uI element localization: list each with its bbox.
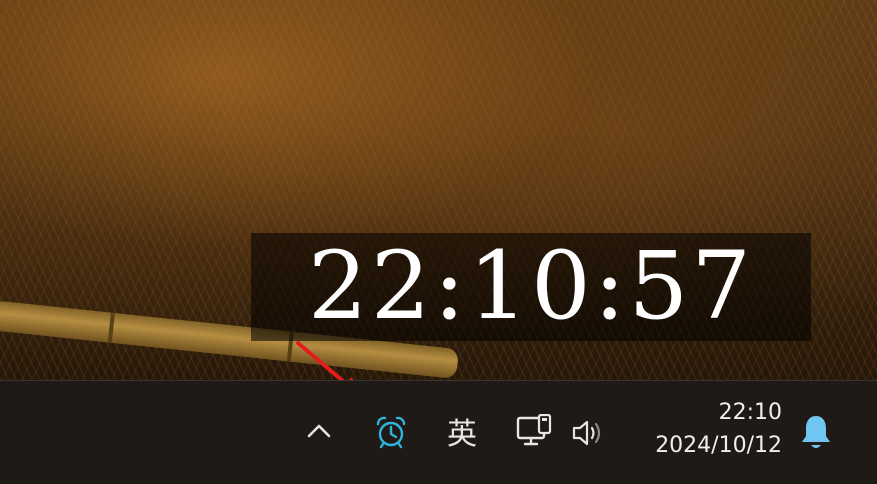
desktop-clock-time: 22:10:57 (307, 232, 755, 341)
taskbar-clock[interactable]: 22:10 2024/10/12 (630, 397, 790, 467)
network-button[interactable] (512, 411, 556, 453)
bell-icon (802, 416, 830, 448)
taskbar-date: 2024/10/12 (655, 433, 782, 458)
show-hidden-icons-button[interactable] (300, 411, 338, 451)
desktop-clock-widget: 22:10:57 (251, 233, 811, 341)
input-method-button[interactable]: 英 (440, 409, 484, 453)
volume-button[interactable] (566, 415, 610, 451)
alarm-clock-tray-button[interactable] (370, 411, 412, 453)
alarm-clock-icon (376, 416, 406, 449)
notifications-button[interactable] (794, 409, 838, 455)
volume-icon (572, 420, 601, 446)
taskbar: 英 22:10 2024/10/12 (0, 380, 877, 484)
taskbar-time: 22:10 (718, 400, 782, 425)
chevron-up-icon (307, 424, 331, 438)
ime-label: 英 (447, 417, 477, 452)
network-icon (516, 414, 552, 446)
